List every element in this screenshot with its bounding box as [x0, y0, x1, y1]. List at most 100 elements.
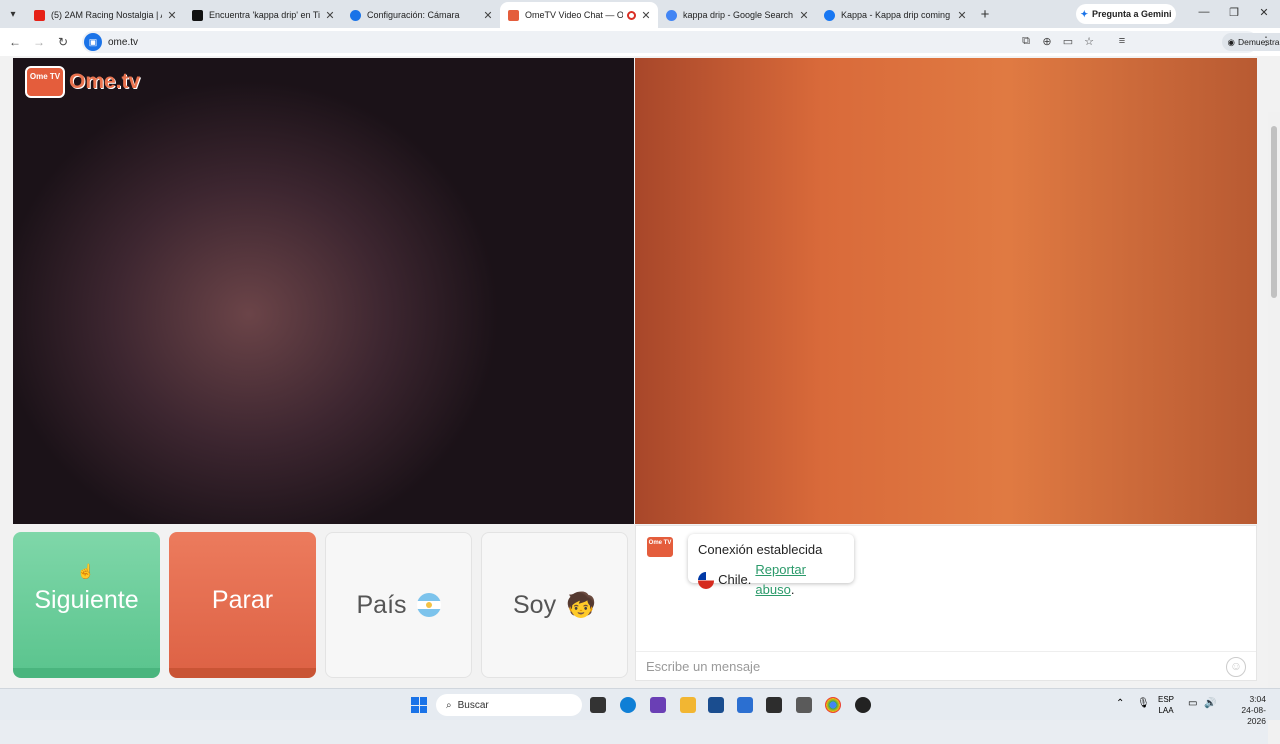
windows-start-icon[interactable]: [411, 697, 427, 713]
site-info-icon[interactable]: ▣: [84, 33, 102, 51]
tab-settings-camera[interactable]: Configuración: Cámara ✕: [342, 2, 500, 28]
shield-icon: ◉: [1227, 36, 1235, 47]
search-placeholder: Buscar: [457, 699, 489, 711]
ometv-logo: Ome TV Ome.tv: [25, 66, 140, 98]
chile-flag-icon: [698, 571, 715, 589]
translate-icon[interactable]: ⧉: [1018, 35, 1034, 48]
report-suffix: .: [790, 582, 795, 597]
tab-title: OmeTV Video Chat — Ome: [525, 10, 623, 20]
tab-facebook[interactable]: Kappa - Kappa drip coming all ✕: [816, 2, 974, 28]
minimize-icon[interactable]: —: [1194, 6, 1214, 18]
bookmark-star-icon[interactable]: ☆: [1081, 35, 1097, 48]
taskbar-search[interactable]: ⌕ Buscar: [436, 694, 582, 716]
mouse-cursor-icon: ☝: [77, 563, 95, 579]
gear-icon: [350, 9, 361, 21]
address-bar[interactable]: ▣ ome.tv ⧉ ⊕ ▭ ☆ ≡ ◉ Demuestra que eres …: [82, 31, 1280, 53]
tab-title: (5) 2AM Racing Nostalgia | Atm: [51, 10, 162, 20]
ometv-chat-logo: Ome TV: [646, 536, 674, 558]
browser-toolbar: ← → ↻ ▣ ome.tv ⧉ ⊕ ▭ ☆ ≡ ◉ Demuestra que…: [0, 28, 1280, 56]
country-label: País: [356, 590, 407, 619]
clock-date: 24-08-2026: [1241, 705, 1266, 726]
chat-panel: Ome TV Conexión establecida Chile. Repor…: [635, 525, 1257, 681]
close-tab-icon[interactable]: ✕: [956, 9, 968, 22]
reload-icon[interactable]: ↻: [51, 35, 75, 49]
logo-text: Ome.tv: [69, 70, 141, 93]
youtube-icon: [34, 9, 45, 21]
country-button[interactable]: País: [325, 532, 472, 678]
tray-chevron-icon[interactable]: ⌃: [1116, 698, 1124, 709]
message-input[interactable]: Escribe un mensaje ☺: [636, 651, 1256, 681]
reading-list-icon[interactable]: ≡: [1114, 35, 1130, 47]
ometv-page: Ome TV Ome.tv Siguiente Parar País Soy 🧒…: [0, 56, 1280, 744]
back-icon[interactable]: ←: [3, 35, 27, 49]
stranger-video: Ome TV Ome.tv: [13, 58, 634, 524]
lang-bottom: LAA: [1158, 706, 1174, 715]
logo-badge: Ome TV: [25, 66, 65, 98]
gender-button[interactable]: Soy 🧒: [481, 532, 628, 678]
facebook-icon: [824, 9, 835, 21]
tiktok-icon: [192, 9, 203, 21]
task-view-icon[interactable]: [590, 697, 606, 713]
report-abuse-link[interactable]: Reportar abuso: [755, 562, 806, 597]
clock[interactable]: 3:04 24-08-2026: [1226, 694, 1266, 727]
tab-strip: ▾ (5) 2AM Racing Nostalgia | Atm ✕ Encue…: [0, 0, 1280, 28]
scrollbar-thumb[interactable]: [1271, 126, 1277, 298]
tab-google-search[interactable]: kappa drip - Google Search ✕: [658, 2, 816, 28]
file-explorer-icon[interactable]: [680, 697, 696, 713]
sparkle-icon: ✦: [1080, 8, 1088, 19]
cast-icon[interactable]: ▭: [1060, 35, 1076, 48]
clock-time: 3:04: [1249, 694, 1266, 704]
close-tab-icon[interactable]: ✕: [482, 9, 494, 22]
forward-icon[interactable]: →: [27, 35, 51, 49]
gender-label: Soy: [513, 590, 557, 619]
zoom-icon[interactable]: ⊕: [1039, 35, 1055, 48]
language-indicator[interactable]: ESP LAA: [1158, 694, 1174, 716]
page-scrollbar[interactable]: [1268, 112, 1280, 744]
self-camera-video: [635, 58, 1257, 524]
ometv-icon: [508, 9, 519, 21]
close-tab-icon[interactable]: ✕: [324, 9, 336, 22]
recording-icon: [627, 10, 636, 20]
app-icon[interactable]: [737, 697, 753, 713]
connection-status: Conexión establecida: [698, 542, 823, 557]
close-tab-icon[interactable]: ✕: [166, 9, 178, 22]
tab-youtube[interactable]: (5) 2AM Racing Nostalgia | Atm ✕: [26, 2, 184, 28]
windows-taskbar: ⌕ Buscar ⌃ 🎙 ESP LAA ▭ 🔊 3:04 24-08-2026: [0, 688, 1280, 726]
search-icon: ⌕: [446, 699, 452, 711]
argentina-flag-icon: [416, 593, 441, 617]
tab-tiktok[interactable]: Encuentra 'kappa drip' en TikTo ✕: [184, 2, 342, 28]
emoji-icon[interactable]: ☺: [1226, 657, 1246, 677]
tab-search-dropdown-icon[interactable]: ▾: [0, 0, 26, 28]
stranger-country: Chile.: [718, 572, 752, 587]
tab-ometv[interactable]: OmeTV Video Chat — Ome ✕: [500, 2, 658, 28]
app-icon[interactable]: [855, 697, 871, 713]
next-button[interactable]: Siguiente: [13, 532, 160, 678]
app-icon[interactable]: [766, 697, 782, 713]
url-text[interactable]: ome.tv: [108, 37, 138, 48]
app-icon[interactable]: [796, 697, 812, 713]
gemini-label: Pregunta a Gemini: [1092, 9, 1172, 19]
stop-label: Parar: [211, 585, 274, 614]
menu-kebab-icon[interactable]: ⋮: [1254, 34, 1278, 48]
next-label: Siguiente: [34, 585, 139, 614]
store-icon[interactable]: [708, 697, 724, 713]
microphone-icon[interactable]: 🎙: [1137, 698, 1150, 709]
lang-top: ESP: [1158, 695, 1175, 704]
system-message: Conexión establecida Chile. Reportar abu…: [688, 534, 854, 597]
network-icon[interactable]: ▭: [1188, 698, 1197, 709]
tab-title: Encuentra 'kappa drip' en TikTo: [209, 10, 320, 20]
volume-icon[interactable]: 🔊: [1204, 698, 1216, 709]
close-tab-icon[interactable]: ✕: [798, 9, 810, 22]
message-placeholder: Escribe un mensaje: [646, 659, 761, 674]
app-icon[interactable]: [650, 697, 666, 713]
stop-button[interactable]: Parar: [169, 532, 316, 678]
google-icon: [666, 9, 677, 21]
gemini-button[interactable]: ✦ Pregunta a Gemini: [1076, 4, 1176, 24]
tab-title: Configuración: Cámara: [367, 10, 460, 20]
restore-icon[interactable]: ❐: [1224, 6, 1244, 19]
edge-icon[interactable]: [620, 697, 636, 713]
new-tab-button[interactable]: +: [974, 6, 996, 23]
chrome-icon[interactable]: [825, 697, 841, 713]
close-tab-icon[interactable]: ✕: [640, 9, 652, 22]
close-window-icon[interactable]: ✕: [1254, 6, 1274, 19]
